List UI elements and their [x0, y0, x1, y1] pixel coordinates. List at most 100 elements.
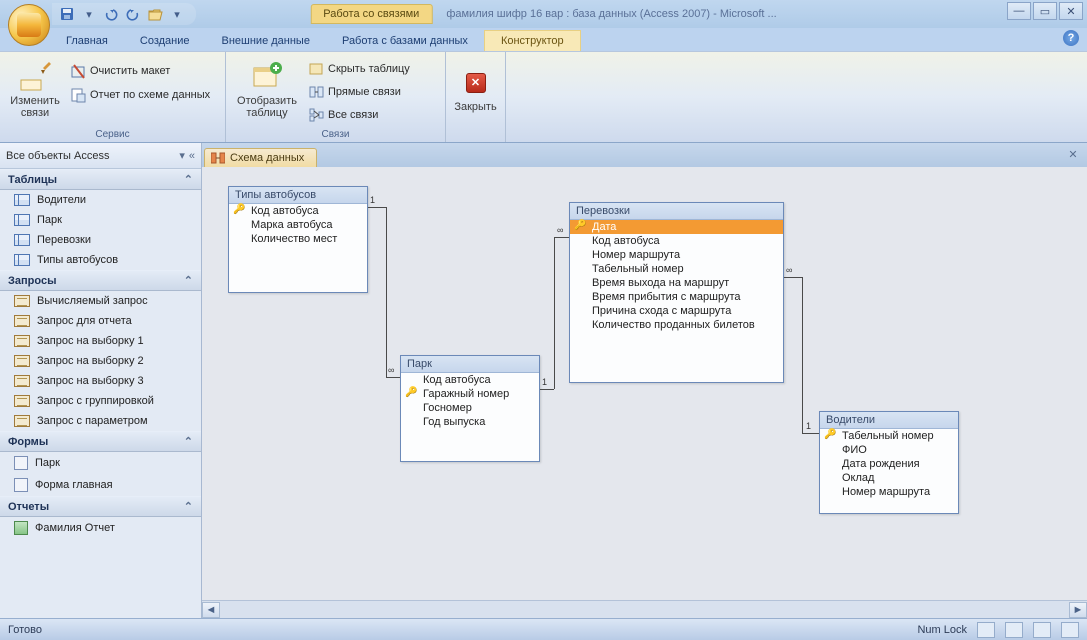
- scroll-track[interactable]: [220, 602, 1069, 618]
- cardinality-one: 1: [542, 377, 547, 387]
- relationship-line: [784, 277, 802, 278]
- numlock-indicator: Num Lock: [917, 624, 967, 636]
- entity-field[interactable]: Дата рождения: [820, 457, 958, 471]
- category-reports[interactable]: Отчеты⌃: [0, 496, 201, 517]
- table-item[interactable]: Перевозки: [0, 230, 201, 250]
- form-item[interactable]: Форма главная: [0, 474, 201, 496]
- document-tab[interactable]: Схема данных: [204, 148, 317, 167]
- table-item[interactable]: Типы автобусов: [0, 250, 201, 270]
- entity-field[interactable]: Год выпуска: [401, 415, 539, 429]
- entity-field[interactable]: Код автобуса: [229, 204, 367, 218]
- undo-icon[interactable]: [102, 5, 120, 23]
- tab-db-tools[interactable]: Работа с базами данных: [326, 31, 484, 51]
- entity-bus-types[interactable]: Типы автобусов Код автобуса Марка автобу…: [228, 186, 368, 293]
- query-item[interactable]: Запрос на выборку 2: [0, 351, 201, 371]
- table-item[interactable]: Парк: [0, 210, 201, 230]
- category-queries[interactable]: Запросы⌃: [0, 270, 201, 291]
- entity-field[interactable]: Время прибытия с маршрута: [570, 290, 783, 304]
- nav-collapse-icon[interactable]: «: [189, 150, 195, 162]
- scroll-right-icon[interactable]: ►: [1069, 602, 1087, 618]
- ribbon: Изменить связи Очистить макет Отчет по с…: [0, 51, 1087, 143]
- entity-field[interactable]: Табельный номер: [820, 429, 958, 443]
- view-button[interactable]: [977, 622, 995, 638]
- relationship-line: [540, 389, 554, 390]
- tab-create[interactable]: Создание: [124, 31, 206, 51]
- entity-field[interactable]: Количество мест: [229, 232, 367, 246]
- entity-field[interactable]: Оклад: [820, 471, 958, 485]
- hide-table-icon: [308, 61, 324, 77]
- close-label: Закрыть: [454, 101, 496, 113]
- edit-relations-button[interactable]: Изменить связи: [6, 56, 64, 124]
- query-item[interactable]: Запрос для отчета: [0, 311, 201, 331]
- query-item[interactable]: Запрос на выборку 3: [0, 371, 201, 391]
- cardinality-many: ∞: [388, 365, 394, 375]
- query-item[interactable]: Вычисляемый запрос: [0, 291, 201, 311]
- close-tab-icon[interactable]: ✕: [1065, 146, 1081, 162]
- entity-park[interactable]: Парк Код автобуса Гаражный номер Госноме…: [400, 355, 540, 462]
- help-icon[interactable]: ?: [1063, 30, 1079, 46]
- relationship-icon: [211, 152, 225, 164]
- entity-field[interactable]: Количество проданных билетов: [570, 318, 783, 332]
- hide-table-label: Скрыть таблицу: [328, 63, 410, 75]
- scroll-left-icon[interactable]: ◄: [202, 602, 220, 618]
- title-bar: ▾ ▾ Работа со связями фамилия шифр 16 ва…: [0, 0, 1087, 28]
- view-button[interactable]: [1005, 622, 1023, 638]
- qat-dropdown-icon[interactable]: ▾: [80, 5, 98, 23]
- qat-more-icon[interactable]: ▾: [168, 5, 186, 23]
- close-window-button[interactable]: ✕: [1059, 2, 1083, 20]
- entity-title: Водители: [820, 412, 958, 429]
- clear-layout-button[interactable]: Очистить макет: [68, 60, 212, 82]
- entity-field[interactable]: Причина схода с маршрута: [570, 304, 783, 318]
- form-item[interactable]: Парк: [0, 452, 201, 474]
- entity-field[interactable]: ФИО: [820, 443, 958, 457]
- entity-field[interactable]: Номер маршрута: [820, 485, 958, 499]
- query-item[interactable]: Запрос на выборку 1: [0, 331, 201, 351]
- open-icon[interactable]: [146, 5, 164, 23]
- query-item[interactable]: Запрос с группировкой: [0, 391, 201, 411]
- entity-field-selected[interactable]: Дата: [570, 220, 783, 234]
- save-icon[interactable]: [58, 5, 76, 23]
- show-table-button[interactable]: Отобразить таблицу: [232, 56, 302, 124]
- query-icon: [14, 395, 30, 407]
- view-button[interactable]: [1033, 622, 1051, 638]
- redo-icon[interactable]: [124, 5, 142, 23]
- entity-transport[interactable]: Перевозки Дата Код автобуса Номер маршру…: [569, 202, 784, 383]
- query-icon: [14, 415, 30, 427]
- tab-external-data[interactable]: Внешние данные: [206, 31, 326, 51]
- all-relations-button[interactable]: Все связи: [306, 104, 412, 126]
- entity-field[interactable]: Код автобуса: [570, 234, 783, 248]
- minimize-button[interactable]: —: [1007, 2, 1031, 20]
- schema-report-button[interactable]: Отчет по схеме данных: [68, 84, 212, 106]
- tab-designer[interactable]: Конструктор: [484, 30, 581, 51]
- report-item[interactable]: Фамилия Отчет: [0, 517, 201, 539]
- direct-relations-label: Прямые связи: [328, 86, 401, 98]
- entity-field[interactable]: Госномер: [401, 401, 539, 415]
- office-button[interactable]: [8, 4, 50, 46]
- nav-dropdown-icon[interactable]: ▾: [179, 149, 185, 162]
- query-item[interactable]: Запрос с параметром: [0, 411, 201, 431]
- relationship-canvas[interactable]: Типы автобусов Код автобуса Марка автобу…: [202, 167, 1087, 600]
- entity-field[interactable]: Номер маршрута: [570, 248, 783, 262]
- relationship-line: [802, 277, 803, 433]
- entity-field[interactable]: Гаражный номер: [401, 387, 539, 401]
- entity-field[interactable]: Время выхода на маршрут: [570, 276, 783, 290]
- entity-field[interactable]: Табельный номер: [570, 262, 783, 276]
- category-tables[interactable]: Таблицы⌃: [0, 169, 201, 190]
- nav-pane-header[interactable]: Все объекты Access ▾«: [0, 143, 201, 169]
- entity-drivers[interactable]: Водители Табельный номер ФИО Дата рожден…: [819, 411, 959, 514]
- view-button[interactable]: [1061, 622, 1079, 638]
- table-item[interactable]: Водители: [0, 190, 201, 210]
- close-button[interactable]: ✕ Закрыть: [452, 56, 499, 124]
- quick-access-toolbar: ▾ ▾: [52, 3, 196, 25]
- clear-layout-icon: [70, 63, 86, 79]
- maximize-button[interactable]: ▭: [1033, 2, 1057, 20]
- direct-relations-button[interactable]: Прямые связи: [306, 81, 412, 103]
- tab-home[interactable]: Главная: [50, 31, 124, 51]
- relationship-line: [554, 237, 555, 389]
- entity-field[interactable]: Марка автобуса: [229, 218, 367, 232]
- category-forms[interactable]: Формы⌃: [0, 431, 201, 452]
- entity-field[interactable]: Код автобуса: [401, 373, 539, 387]
- horizontal-scrollbar[interactable]: ◄ ►: [202, 600, 1087, 618]
- hide-table-button[interactable]: Скрыть таблицу: [306, 58, 412, 80]
- clear-layout-label: Очистить макет: [90, 65, 170, 77]
